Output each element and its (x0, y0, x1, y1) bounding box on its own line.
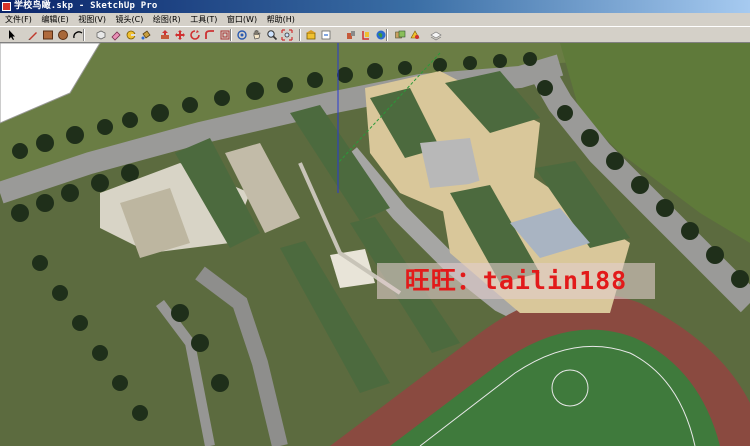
push-pull-icon[interactable] (159, 29, 171, 41)
toolbar-separator (386, 29, 388, 41)
sketchup-window: 学校鸟瞰.skp - SketchUp Pro 文件(F) 编辑(E) 视图(V… (0, 0, 750, 446)
window-title: 学校鸟瞰.skp - SketchUp Pro (14, 1, 158, 11)
title-bar: 学校鸟瞰.skp - SketchUp Pro (0, 0, 750, 13)
warehouse-icon[interactable] (305, 29, 317, 41)
model-viewport[interactable]: 旺旺：tailin188 (0, 43, 750, 446)
menu-edit[interactable]: 编辑(E) (38, 13, 71, 26)
ne-glass-atrium (420, 138, 480, 188)
component-icon[interactable] (95, 29, 107, 41)
move-icon[interactable] (174, 29, 186, 41)
rectangle-icon[interactable] (42, 29, 54, 41)
menu-window[interactable]: 窗口(W) (224, 13, 260, 26)
follow-me-icon[interactable] (204, 29, 216, 41)
toolbar-group-edit (95, 28, 234, 42)
rotate-icon[interactable] (189, 29, 201, 41)
menu-draw[interactable]: 绘图(R) (150, 13, 184, 26)
toolbar-group-camera (236, 28, 296, 42)
pan-hand-icon[interactable] (251, 29, 263, 41)
pencil-icon[interactable] (27, 29, 39, 41)
toolbar-group-warehouse (305, 28, 390, 42)
components-window-icon[interactable] (345, 29, 357, 41)
main-toolbar (0, 26, 750, 43)
menu-view[interactable]: 视图(V) (75, 13, 109, 26)
menu-camera[interactable]: 镜头(C) (113, 13, 147, 26)
arrow-cursor-icon[interactable] (6, 29, 18, 41)
extension-icon[interactable] (360, 29, 372, 41)
sketchup-app-icon (2, 2, 11, 11)
circle-icon[interactable] (57, 29, 69, 41)
toolbar-separator (230, 29, 232, 41)
toolbar-separator (299, 29, 301, 41)
layers-icon[interactable] (430, 29, 442, 41)
watermark-text: 旺旺：tailin188 (377, 263, 655, 299)
menu-tools[interactable]: 工具(T) (187, 13, 220, 26)
eraser-icon[interactable] (110, 29, 122, 41)
menu-file[interactable]: 文件(F) (2, 13, 35, 26)
materials-icon[interactable] (409, 29, 421, 41)
zoom-icon[interactable] (266, 29, 278, 41)
orbit-icon[interactable] (236, 29, 248, 41)
tape-measure-icon[interactable] (125, 29, 137, 41)
share-model-icon[interactable] (320, 29, 332, 41)
styles-icon[interactable] (394, 29, 406, 41)
menu-help[interactable]: 帮助(H) (264, 13, 298, 26)
toolbar-group-draw (6, 28, 87, 42)
menu-bar: 文件(F) 编辑(E) 视图(V) 镜头(C) 绘图(R) 工具(T) 窗口(W… (0, 13, 750, 27)
paint-bucket-icon[interactable] (140, 29, 152, 41)
toolbar-group-styles (394, 28, 445, 42)
school-aerial-model (0, 43, 750, 446)
toolbar-separator (83, 29, 85, 41)
zoom-extents-icon[interactable] (281, 29, 293, 41)
